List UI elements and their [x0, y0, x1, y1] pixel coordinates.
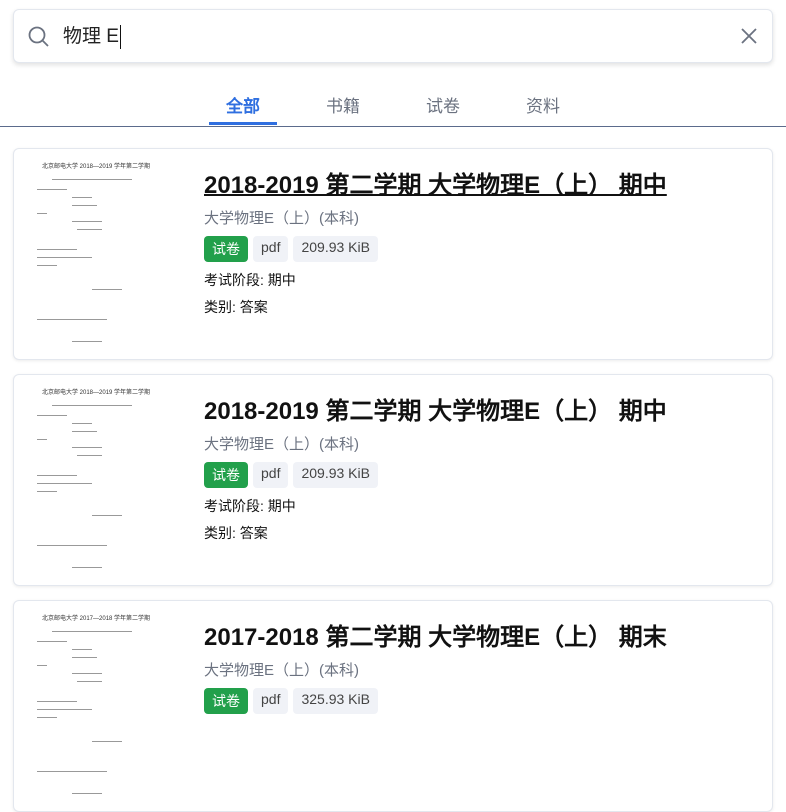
tab-exams[interactable]: 试卷 [409, 92, 477, 117]
result-title[interactable]: 2018-2019 第二学期 大学物理E（上） 期中 [204, 165, 667, 200]
exam-stage: 考试阶段: 期中 [204, 272, 296, 288]
result-card[interactable]: 北京邮电大学 2017—2018 学年第二学期 2017-2018 第二学期 大… [13, 600, 773, 812]
type-badge: 试卷 [204, 462, 248, 488]
close-icon[interactable] [740, 27, 758, 45]
format-badge: pdf [253, 688, 289, 714]
result-card[interactable]: 北京邮电大学 2018—2019 学年第二学期 2018-2019 第二学期 大… [13, 148, 773, 360]
thumbnail-header-text: 北京邮电大学 2017—2018 学年第二学期 [42, 616, 151, 622]
result-title[interactable]: 2018-2019 第二学期 大学物理E（上） 期中 [204, 391, 667, 426]
category-tabs: 全部 书籍 试卷 资料 [0, 88, 786, 127]
search-icon [28, 26, 49, 47]
category: 类别: 答案 [204, 525, 268, 541]
tab-books[interactable]: 书籍 [309, 92, 377, 117]
thumbnail-header-text: 北京邮电大学 2018—2019 学年第二学期 [42, 164, 151, 170]
document-thumbnail[interactable]: 北京邮电大学 2018—2019 学年第二学期 [32, 161, 154, 347]
format-badge: pdf [253, 236, 289, 262]
course-name: 大学物理E（上）(本科) [204, 436, 359, 453]
document-thumbnail[interactable]: 北京邮电大学 2017—2018 学年第二学期 [32, 613, 154, 799]
search-input[interactable]: 物理 E [63, 25, 121, 49]
tab-all[interactable]: 全部 [209, 92, 277, 125]
course-name: 大学物理E（上）(本科) [204, 210, 359, 227]
tab-materials[interactable]: 资料 [509, 92, 577, 117]
thumbnail-header-text: 北京邮电大学 2018—2019 学年第二学期 [42, 390, 151, 396]
search-bar[interactable]: 物理 E [13, 9, 773, 63]
exam-stage: 考试阶段: 期中 [204, 498, 296, 514]
type-badge: 试卷 [204, 236, 248, 262]
document-thumbnail[interactable]: 北京邮电大学 2018—2019 学年第二学期 [32, 387, 154, 573]
format-badge: pdf [253, 462, 289, 488]
category: 类别: 答案 [204, 299, 268, 315]
size-badge: 209.93 KiB [293, 236, 378, 262]
type-badge: 试卷 [204, 688, 248, 714]
result-title[interactable]: 2017-2018 第二学期 大学物理E（上） 期末 [204, 617, 667, 652]
course-name: 大学物理E（上）(本科) [204, 662, 359, 679]
size-badge: 209.93 KiB [293, 462, 378, 488]
result-card[interactable]: 北京邮电大学 2018—2019 学年第二学期 2018-2019 第二学期 大… [13, 374, 773, 586]
size-badge: 325.93 KiB [293, 688, 378, 714]
